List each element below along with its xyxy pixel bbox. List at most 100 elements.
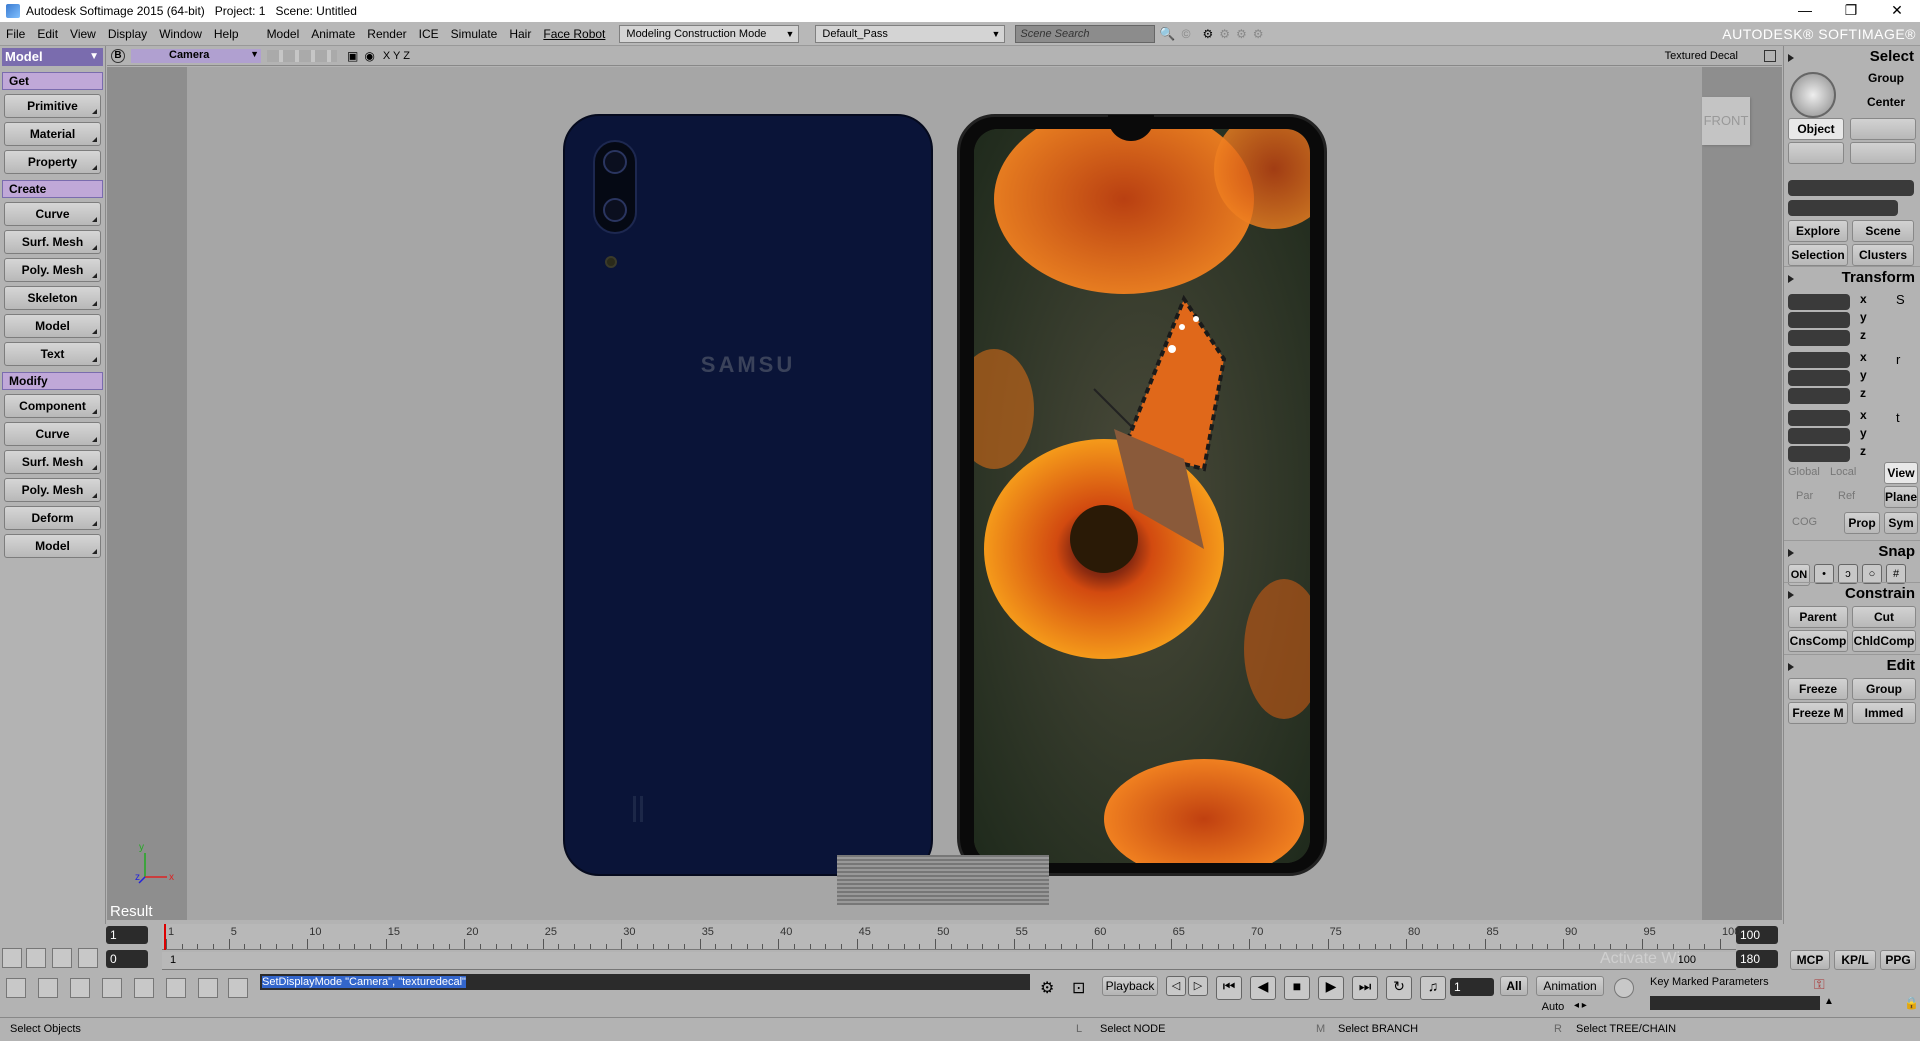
snap-surface-icon[interactable]: ○: [1862, 564, 1882, 584]
constrain-header[interactable]: Constrain: [1784, 582, 1920, 604]
modify-deform-button[interactable]: Deform: [4, 506, 101, 530]
sym-toggle[interactable]: Sym: [1884, 512, 1918, 534]
timeline-ruler[interactable]: [162, 924, 1736, 950]
tool-icon-4[interactable]: ⚙: [1253, 27, 1264, 41]
layout-icon[interactable]: [2, 948, 22, 968]
render-pass-combo[interactable]: Default_Pass ▼: [815, 24, 1006, 43]
select-header[interactable]: Select: [1784, 46, 1920, 68]
menu-view[interactable]: View: [64, 27, 102, 41]
get-property-button[interactable]: Property: [4, 150, 101, 174]
display-mode-menu[interactable]: Textured Decal: [1665, 50, 1738, 62]
audio-icon[interactable]: ♫: [1420, 976, 1446, 1000]
key-icon[interactable]: ⚿: [1814, 976, 1825, 993]
prev-key-icon[interactable]: ◁: [1166, 976, 1186, 996]
prop-toggle[interactable]: Prop: [1844, 512, 1880, 534]
freeze-button[interactable]: Freeze: [1788, 678, 1848, 700]
timeline-start2-field[interactable]: 0: [106, 950, 148, 968]
tab-mcp[interactable]: MCP: [1790, 950, 1830, 970]
edit-header[interactable]: Edit: [1784, 654, 1920, 676]
timeline-range-slider[interactable]: 1 100: [162, 952, 1736, 970]
script-editor-icon[interactable]: ⚙: [1040, 978, 1054, 998]
viewport-letter-button[interactable]: B: [111, 48, 125, 63]
get-primitive-button[interactable]: Primitive: [4, 94, 101, 118]
select-filter-slot-3[interactable]: [1850, 142, 1916, 164]
restore-button[interactable]: ❐: [1828, 0, 1874, 22]
chevron-up-icon[interactable]: ▲: [1824, 996, 1834, 1007]
snap-header[interactable]: Snap: [1784, 540, 1920, 562]
last-frame-icon[interactable]: ⏭: [1352, 976, 1378, 1000]
menu-animate[interactable]: Animate: [305, 27, 361, 41]
tool-icon-2[interactable]: ⚙: [1219, 27, 1230, 41]
scene-search-input[interactable]: Scene Search: [1015, 24, 1156, 43]
create-model-button[interactable]: Model: [4, 314, 101, 338]
select-filter-slot-2[interactable]: [1788, 142, 1844, 164]
timeline-end2-field[interactable]: 180: [1736, 950, 1778, 968]
selection-filter-field[interactable]: [1788, 200, 1898, 216]
all-button[interactable]: All: [1500, 976, 1528, 996]
select-filter-slot-1[interactable]: [1850, 118, 1916, 140]
explore-button[interactable]: Explore: [1788, 220, 1848, 242]
scale-y-field[interactable]: [1788, 312, 1850, 328]
menu-hair[interactable]: Hair: [503, 27, 537, 41]
clusters-button[interactable]: Clusters: [1852, 244, 1914, 266]
next-key-icon[interactable]: ▷: [1188, 976, 1208, 996]
key-search-icon[interactable]: [1614, 978, 1634, 998]
par-toggle[interactable]: Par: [1796, 490, 1813, 502]
minimize-button[interactable]: —: [1782, 0, 1828, 22]
play-backward-icon[interactable]: ◀: [1250, 976, 1276, 1000]
get-material-button[interactable]: Material: [4, 122, 101, 146]
select-center-button[interactable]: Center: [1858, 92, 1914, 114]
selection-button[interactable]: Selection: [1788, 244, 1848, 266]
rotate-z-field[interactable]: [1788, 388, 1850, 404]
view-cube-front[interactable]: FRONT: [1702, 97, 1750, 145]
layout-3-icon[interactable]: [70, 978, 90, 998]
translate-x-field[interactable]: [1788, 410, 1850, 426]
snap-points-icon[interactable]: •: [1814, 564, 1834, 584]
play-forward-icon[interactable]: ▶: [1318, 976, 1344, 1000]
scale-icon[interactable]: S: [1896, 292, 1905, 307]
scale-x-field[interactable]: [1788, 294, 1850, 310]
playback-menu[interactable]: Playback: [1102, 976, 1158, 996]
tool-icon-3[interactable]: ⚙: [1236, 27, 1247, 41]
layout-5-icon[interactable]: [134, 978, 154, 998]
toolbar-selector[interactable]: Model ▼: [2, 48, 103, 66]
tool-icon[interactable]: [26, 948, 46, 968]
layout-6-icon[interactable]: [166, 978, 186, 998]
menu-help[interactable]: Help: [208, 27, 245, 41]
phone-front-model[interactable]: [957, 114, 1327, 876]
menu-edit[interactable]: Edit: [31, 27, 64, 41]
create-surf-mesh-button[interactable]: Surf. Mesh: [4, 230, 101, 254]
menu-display[interactable]: Display: [102, 27, 153, 41]
maximize-viewport-icon[interactable]: [1764, 49, 1776, 62]
layout-8-icon[interactable]: [228, 978, 248, 998]
keying-set-field[interactable]: [1650, 996, 1820, 1010]
rotate-icon[interactable]: r: [1896, 352, 1900, 367]
menu-model[interactable]: Model: [261, 27, 306, 41]
global-toggle[interactable]: Global: [1788, 466, 1820, 478]
translate-y-field[interactable]: [1788, 428, 1850, 444]
snap-grid-icon[interactable]: #: [1886, 564, 1906, 584]
create-text-button[interactable]: Text: [4, 342, 101, 366]
select-object-button[interactable]: Object: [1788, 118, 1844, 140]
menu-render[interactable]: Render: [361, 27, 412, 41]
selection-arrow-icon[interactable]: [1790, 72, 1836, 118]
modify-curve-button[interactable]: Curve: [4, 422, 101, 446]
translate-z-field[interactable]: [1788, 446, 1850, 462]
create-poly-mesh-button[interactable]: Poly. Mesh: [4, 258, 101, 282]
cog-toggle[interactable]: COG: [1792, 516, 1817, 528]
menu-ice[interactable]: ICE: [413, 27, 445, 41]
timeline-start-field[interactable]: 1: [106, 926, 148, 944]
cnscomp-button[interactable]: CnsComp: [1788, 630, 1848, 652]
cut-button[interactable]: Cut: [1852, 606, 1916, 628]
plane-toggle[interactable]: Plane: [1884, 486, 1918, 508]
lock-keys-icon[interactable]: 🔒: [1904, 996, 1919, 1010]
animation-menu[interactable]: Animation: [1536, 976, 1604, 996]
menu-window[interactable]: Window: [153, 27, 208, 41]
camera-icon[interactable]: ▣: [347, 49, 358, 63]
ref-toggle[interactable]: Ref: [1838, 490, 1855, 502]
lock-icon[interactable]: ⊡: [1072, 978, 1085, 998]
local-toggle[interactable]: Local: [1830, 466, 1856, 478]
menu-file[interactable]: File: [0, 27, 31, 41]
chldcomp-button[interactable]: ChldComp: [1852, 630, 1916, 652]
scale-z-field[interactable]: [1788, 330, 1850, 346]
